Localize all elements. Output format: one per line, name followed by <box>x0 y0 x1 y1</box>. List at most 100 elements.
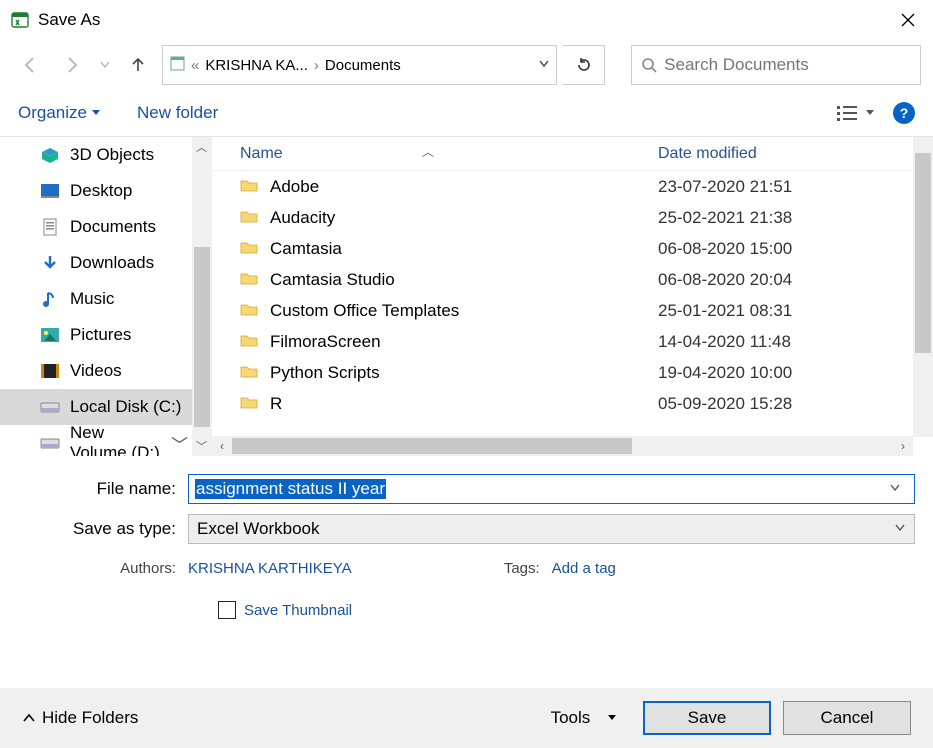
app-icon <box>10 10 30 30</box>
tree-item-downloads[interactable]: Downloads <box>0 245 212 281</box>
up-button[interactable] <box>120 47 156 83</box>
list-vscrollbar[interactable] <box>913 137 933 437</box>
folder-icon <box>240 363 260 383</box>
tags-value[interactable]: Add a tag <box>552 560 616 577</box>
file-name: Adobe <box>270 177 658 197</box>
organize-menu[interactable]: Organize <box>18 103 101 123</box>
file-date: 19-04-2020 10:00 <box>658 363 792 383</box>
folder-icon <box>240 208 260 228</box>
column-name[interactable]: Name <box>240 145 283 162</box>
nav-tree[interactable]: 3D ObjectsDesktop Documents Downloads Music… <box>0 137 212 456</box>
tree-item-label: Pictures <box>70 325 131 345</box>
file-row[interactable]: Camtasia Studio06-08-2020 20:04 <box>212 264 933 295</box>
search-box[interactable] <box>631 45 921 85</box>
breadcrumb-prefix: « <box>191 57 199 74</box>
folder-icon <box>240 301 260 321</box>
file-date: 05-09-2020 15:28 <box>658 394 792 414</box>
tree-item-3d-objects[interactable]: 3D Objects <box>0 137 212 173</box>
tree-item-pictures[interactable]: Pictures <box>0 317 212 353</box>
chevron-right-icon[interactable]: › <box>314 57 319 74</box>
file-name: Python Scripts <box>270 363 658 383</box>
sort-asc-icon: ︿ <box>422 143 434 160</box>
breadcrumb-parent[interactable]: KRISHNA KA... <box>203 57 310 74</box>
new-folder-button[interactable]: New folder <box>137 103 218 123</box>
chevron-up-icon <box>22 711 36 725</box>
tree-item-label: Music <box>70 289 114 309</box>
help-button[interactable]: ? <box>893 102 915 124</box>
file-name: FilmoraScreen <box>270 332 658 352</box>
forward-button[interactable] <box>54 47 90 83</box>
folder-icon <box>240 177 260 197</box>
down-icon <box>40 254 60 272</box>
file-date: 23-07-2020 21:51 <box>658 177 792 197</box>
close-button[interactable] <box>893 5 923 35</box>
folder-icon <box>169 54 187 76</box>
hide-folders-toggle[interactable]: Hide Folders <box>22 708 138 728</box>
file-name: R <box>270 394 658 414</box>
file-row[interactable]: Python Scripts19-04-2020 10:00 <box>212 357 933 388</box>
file-row[interactable]: Camtasia06-08-2020 15:00 <box>212 233 933 264</box>
refresh-button[interactable] <box>563 45 605 85</box>
filename-input[interactable]: assignment status II year <box>188 474 915 504</box>
chevron-down-icon[interactable]: ﹀ <box>171 431 188 456</box>
file-date: 25-02-2021 21:38 <box>658 208 792 228</box>
tree-item-label: Videos <box>70 361 122 381</box>
cube-icon <box>40 146 60 164</box>
file-date: 06-08-2020 20:04 <box>658 270 792 290</box>
address-bar[interactable]: « KRISHNA KA... › Documents <box>162 45 557 85</box>
disk-icon <box>40 434 60 452</box>
authors-value[interactable]: KRISHNA KARTHIKEYA <box>188 560 352 577</box>
file-date: 25-01-2021 08:31 <box>658 301 792 321</box>
file-row[interactable]: R05-09-2020 15:28 <box>212 388 933 419</box>
tree-item-label: New Volume (D:) <box>70 423 161 456</box>
tree-item-documents[interactable]: Documents <box>0 209 212 245</box>
savetype-select[interactable]: Excel Workbook <box>188 514 915 544</box>
tree-item-desktop[interactable]: Desktop <box>0 173 212 209</box>
savetype-label: Save as type: <box>18 519 188 539</box>
save-thumbnail-checkbox[interactable] <box>218 601 236 619</box>
column-date[interactable]: Date modified <box>658 145 757 163</box>
tree-item-videos[interactable]: Videos <box>0 353 212 389</box>
save-button[interactable]: Save <box>643 701 771 735</box>
tree-item-music[interactable]: Music <box>0 281 212 317</box>
recent-dropdown[interactable] <box>96 47 114 83</box>
save-thumbnail-label[interactable]: Save Thumbnail <box>244 602 352 619</box>
tree-item-label: Local Disk (C:) <box>70 397 181 417</box>
tools-menu[interactable]: Tools <box>551 708 617 728</box>
tags-label: Tags: <box>492 560 552 577</box>
tree-item-label: Downloads <box>70 253 154 273</box>
filename-value[interactable]: assignment status II year <box>195 479 386 499</box>
scroll-right-icon[interactable]: › <box>893 436 913 456</box>
folder-icon <box>240 332 260 352</box>
file-date: 06-08-2020 15:00 <box>658 239 792 259</box>
search-input[interactable] <box>662 54 912 76</box>
tree-item-label: Documents <box>70 217 156 237</box>
breadcrumb-current[interactable]: Documents <box>323 57 403 74</box>
file-row[interactable]: Custom Office Templates25-01-2021 08:31 <box>212 295 933 326</box>
view-options[interactable] <box>837 104 875 122</box>
scroll-left-icon[interactable]: ‹ <box>212 436 232 456</box>
tree-scrollbar[interactable]: ︿ ﹀ <box>192 137 212 456</box>
file-row[interactable]: FilmoraScreen14-04-2020 11:48 <box>212 326 933 357</box>
file-row[interactable]: Adobe23-07-2020 21:51 <box>212 171 933 202</box>
doc-icon <box>40 218 60 236</box>
file-row[interactable]: Audacity25-02-2021 21:38 <box>212 202 933 233</box>
file-list[interactable]: Name ︿ Date modified Adobe23-07-2020 21:5… <box>212 137 933 456</box>
filename-dropdown[interactable] <box>882 481 908 498</box>
music-icon <box>40 290 60 308</box>
list-hscrollbar[interactable]: ‹ › <box>212 436 913 456</box>
address-dropdown[interactable] <box>538 57 550 74</box>
vid-icon <box>40 362 60 380</box>
file-name: Camtasia <box>270 239 658 259</box>
tree-item-new-volume-d-[interactable]: New Volume (D:) ﹀ <box>0 425 212 456</box>
savetype-value: Excel Workbook <box>197 519 320 539</box>
folder-icon <box>240 394 260 414</box>
back-button[interactable] <box>12 47 48 83</box>
desktop-icon <box>40 182 60 200</box>
cancel-button[interactable]: Cancel <box>783 701 911 735</box>
disk-icon <box>40 398 60 416</box>
folder-icon <box>240 239 260 259</box>
file-name: Camtasia Studio <box>270 270 658 290</box>
tree-item-local-disk-c-[interactable]: Local Disk (C:) <box>0 389 212 425</box>
savetype-dropdown-icon <box>894 519 906 539</box>
